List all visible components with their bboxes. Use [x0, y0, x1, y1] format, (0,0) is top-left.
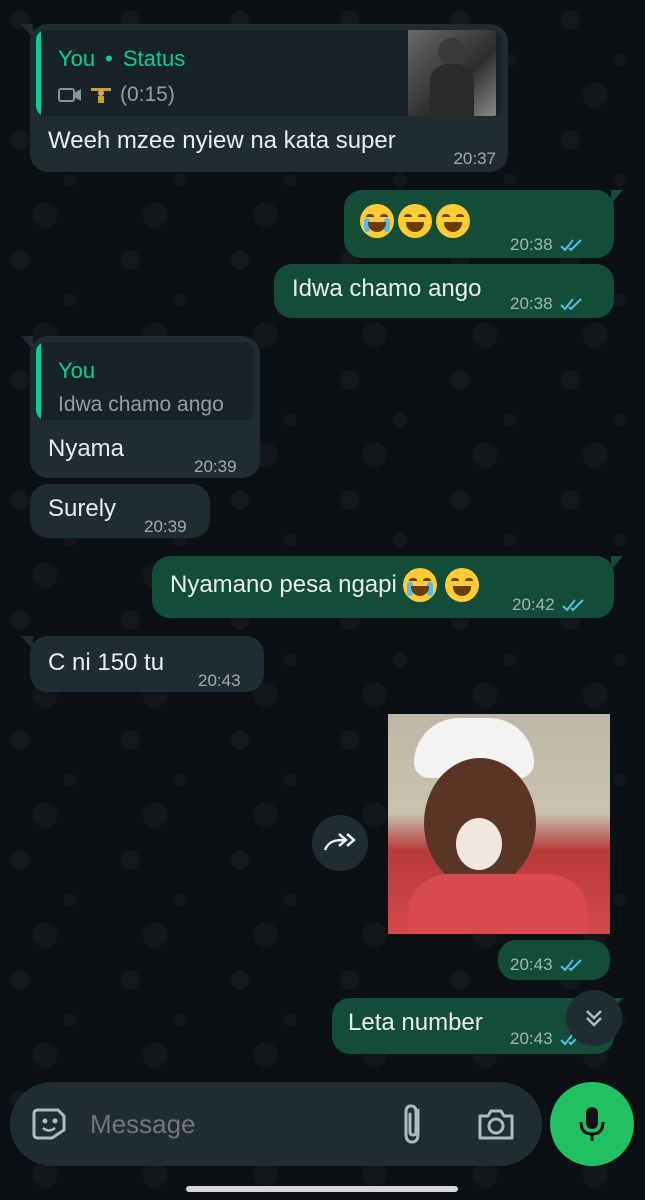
message-incoming-2[interactable]: You Idwa chamo ango Nyama 20:39 [21, 336, 260, 478]
message-text: Nyamano pesa ngapi [170, 571, 397, 598]
scroll-to-bottom-button[interactable] [566, 990, 622, 1046]
quote-text: Idwa chamo ango [58, 393, 224, 416]
camera-button[interactable] [476, 1104, 516, 1144]
double-chevron-down-icon [586, 1010, 602, 1027]
quote-author: You [58, 358, 96, 383]
message-outgoing-2[interactable]: Idwa chamo ango 20:38 [274, 264, 614, 318]
sticker-time-pill: 20:43 [498, 940, 610, 980]
emoji-row [360, 204, 472, 238]
attach-icon [404, 1104, 420, 1144]
loudly-crying-face [360, 204, 394, 238]
status-reply-quote[interactable]: You • Status (0:15) [36, 30, 502, 116]
message-time: 20:43 [510, 950, 587, 980]
message-input[interactable] [90, 1102, 380, 1146]
crying-child-sticker[interactable] [388, 714, 610, 934]
sticker-icon [32, 1108, 66, 1140]
tears-of-joy-face [436, 204, 470, 238]
message-text: Surely [48, 495, 117, 522]
message-time: 20:39 [194, 457, 237, 476]
message-time: 20:37 [453, 149, 496, 168]
message-text: Weeh mzee nyiew na kata super [48, 127, 396, 154]
message-time: 20:38 [510, 289, 587, 319]
message-incoming-4[interactable]: C ni 150 tu 20:43 [21, 636, 264, 692]
message-time: 20:38 [510, 230, 587, 260]
quote-accent-bar [36, 342, 41, 420]
sticker-button[interactable] [30, 1104, 70, 1144]
read-ticks-icon [559, 959, 582, 972]
reply-quote[interactable]: You Idwa chamo ango [36, 342, 254, 420]
weightlifter-emoji [91, 88, 111, 103]
loudly-crying-face [402, 568, 437, 602]
message-time: 20:39 [144, 517, 187, 536]
message-text: Nyama [48, 435, 125, 462]
forward-icon [323, 833, 356, 851]
message-text: Leta number [348, 1009, 483, 1036]
message-text: Idwa chamo ango [292, 275, 482, 302]
read-ticks-icon [561, 599, 584, 612]
read-ticks-icon [559, 298, 582, 311]
quote-author: You [58, 46, 96, 71]
message-composer[interactable] [10, 1082, 542, 1166]
message-text: C ni 150 tu [48, 649, 165, 676]
message-incoming-3[interactable]: Surely 20:39 [30, 484, 210, 538]
attach-button[interactable] [396, 1102, 432, 1146]
quote-accent-bar [36, 30, 41, 116]
voice-message-button[interactable] [550, 1082, 634, 1166]
status-thumbnail[interactable] [408, 30, 496, 116]
quote-separator: • [105, 46, 113, 71]
gesture-bar [186, 1186, 458, 1192]
read-ticks-icon [559, 239, 582, 252]
mic-icon [579, 1107, 605, 1141]
tears-of-joy-face [398, 204, 432, 238]
tears-of-joy-face [444, 568, 479, 602]
message-outgoing-3[interactable]: Nyamano pesa ngapi 20:42 [152, 556, 623, 620]
video-icon [58, 88, 81, 102]
quote-duration: (0:15) [120, 83, 175, 106]
quote-status-label: Status [122, 46, 186, 71]
camera-icon [478, 1109, 514, 1140]
forward-button[interactable] [312, 815, 368, 871]
message-time: 20:43 [198, 671, 241, 690]
message-incoming-1[interactable]: You • Status (0:15) Weeh mzee nyiew na k… [21, 24, 508, 172]
message-outgoing-emojis[interactable]: 20:38 [344, 190, 623, 260]
message-time: 20:42 [512, 590, 589, 620]
